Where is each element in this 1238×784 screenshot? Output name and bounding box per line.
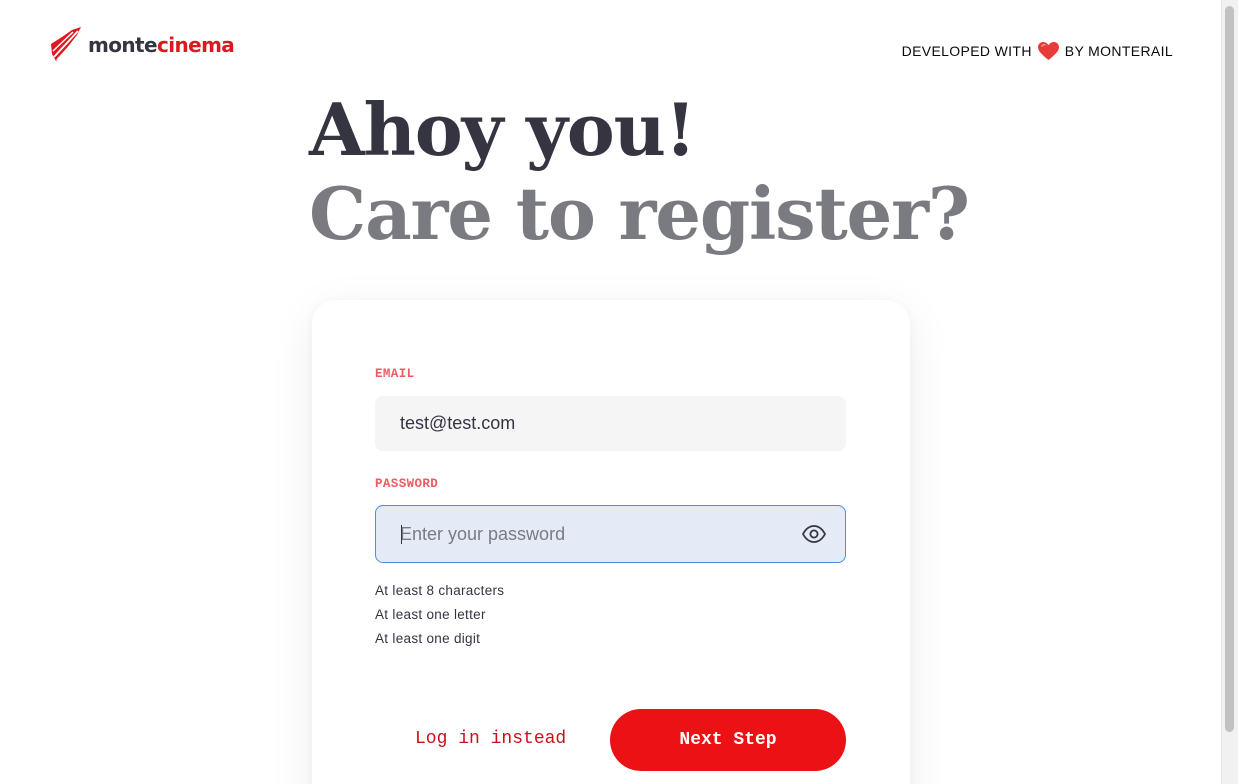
password-rule: At least 8 characters: [375, 583, 505, 598]
logo-text: montecinema: [88, 33, 235, 57]
logo[interactable]: montecinema: [48, 26, 235, 64]
register-page: montecinema DEVELOPED WITH BY MONTERAIL …: [0, 0, 1238, 784]
text-caret: [401, 525, 402, 544]
logo-icon: [51, 27, 81, 61]
logo-text-monte: monte: [88, 33, 158, 57]
credits-prefix: DEVELOPED WITH: [901, 43, 1032, 59]
password-rules: At least 8 characters At least one lette…: [375, 579, 504, 651]
email-field[interactable]: [375, 396, 846, 451]
heart-icon: [1037, 41, 1059, 61]
password-rule: At least one digit: [375, 631, 481, 646]
scrollbar-thumb[interactable]: [1225, 6, 1234, 732]
title-line-2: Care to register?: [309, 171, 970, 256]
page-title: Ahoy you! Care to register?: [309, 87, 970, 256]
next-step-button[interactable]: Next Step: [610, 709, 846, 771]
developer-credits: DEVELOPED WITH BY MONTERAIL: [902, 41, 1173, 61]
email-label: EMAIL: [375, 367, 415, 381]
logo-text-cinema: cinema: [156, 33, 235, 57]
eye-icon[interactable]: [801, 524, 827, 544]
login-link[interactable]: Log in instead: [415, 729, 566, 749]
password-field[interactable]: [375, 505, 846, 563]
title-line-1: Ahoy you!: [309, 87, 696, 172]
register-card: EMAIL PASSWORD At least 8 characters At …: [312, 300, 910, 784]
password-label: PASSWORD: [375, 477, 439, 491]
credits-suffix: BY MONTERAIL: [1064, 43, 1173, 59]
password-rule: At least one letter: [375, 607, 486, 622]
